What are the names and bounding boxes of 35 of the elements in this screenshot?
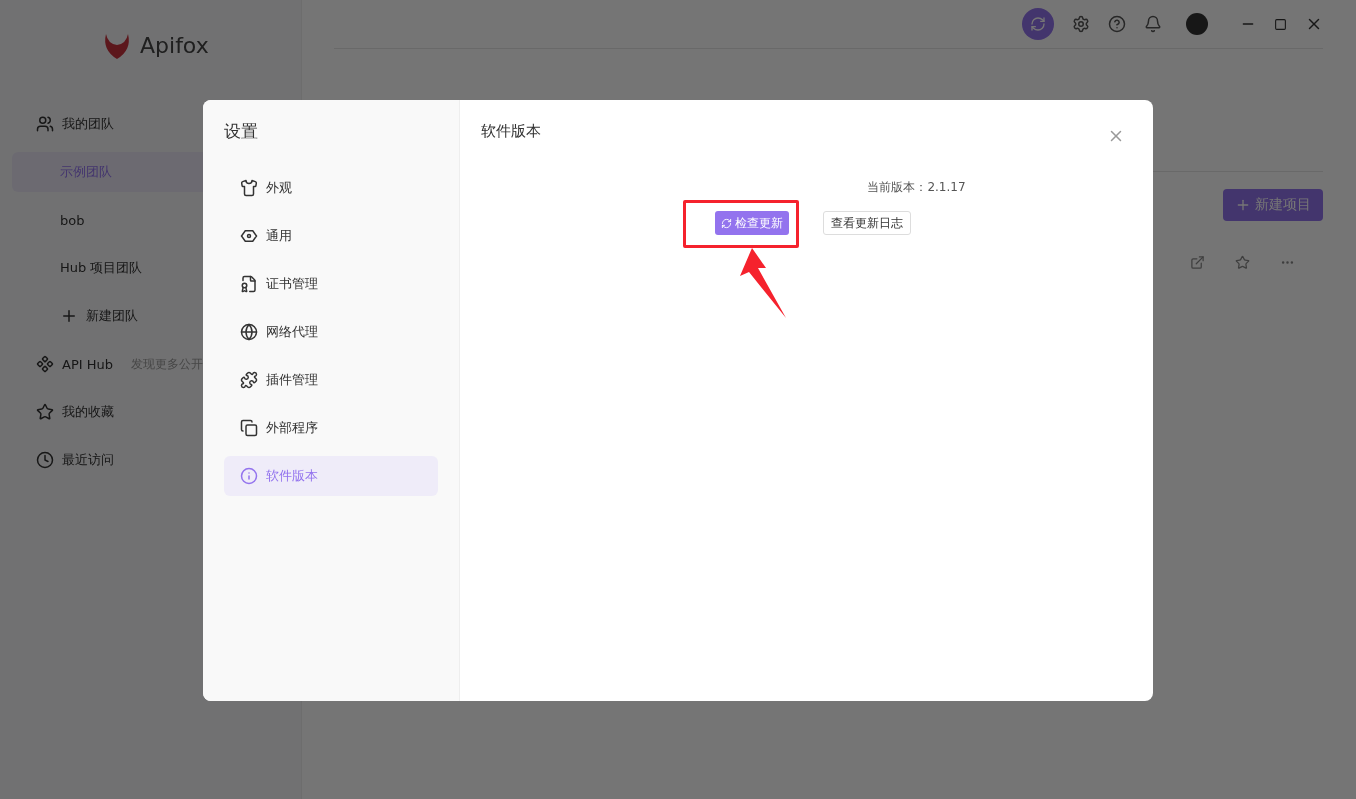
settings-icon[interactable] xyxy=(1072,15,1090,33)
maximize-icon[interactable] xyxy=(1274,17,1287,31)
sync-icon xyxy=(1030,16,1046,32)
copy-icon xyxy=(240,419,258,437)
globe-icon xyxy=(240,323,258,341)
nav-item[interactable]: 证书管理 xyxy=(224,264,438,304)
clock-icon xyxy=(36,451,54,469)
bell-icon[interactable] xyxy=(1144,15,1162,33)
certificate-icon xyxy=(240,275,258,293)
info-icon xyxy=(240,467,258,485)
nav-item[interactable]: 外部程序 xyxy=(224,408,438,448)
check-update-button[interactable]: 检查更新 xyxy=(715,211,789,235)
open-icon[interactable] xyxy=(1190,255,1205,270)
help-icon[interactable] xyxy=(1108,15,1126,33)
users-icon xyxy=(36,115,54,133)
sync-button[interactable] xyxy=(1022,8,1054,40)
version-text: 当前版本：2.1.17 xyxy=(867,179,966,196)
nav-item[interactable]: 软件版本 xyxy=(224,456,438,496)
shirt-icon xyxy=(240,179,258,197)
hexagon-icon xyxy=(240,227,258,245)
avatar[interactable] xyxy=(1186,13,1208,35)
nav-item[interactable]: 通用 xyxy=(224,216,438,256)
dialog-title: 设置 xyxy=(224,120,259,143)
refresh-icon xyxy=(721,217,732,229)
plus-icon xyxy=(60,307,78,325)
nav-item[interactable]: 网络代理 xyxy=(224,312,438,352)
puzzle-icon xyxy=(240,371,258,389)
section-title: 软件版本 xyxy=(481,122,541,141)
star-icon xyxy=(36,403,54,421)
nav-item[interactable]: 插件管理 xyxy=(224,360,438,400)
star-icon[interactable] xyxy=(1235,255,1250,270)
logo-text: Apifox xyxy=(140,32,209,58)
plus-icon xyxy=(1235,197,1251,213)
changelog-button[interactable]: 查看更新日志 xyxy=(823,211,911,235)
hub-icon xyxy=(36,355,54,373)
